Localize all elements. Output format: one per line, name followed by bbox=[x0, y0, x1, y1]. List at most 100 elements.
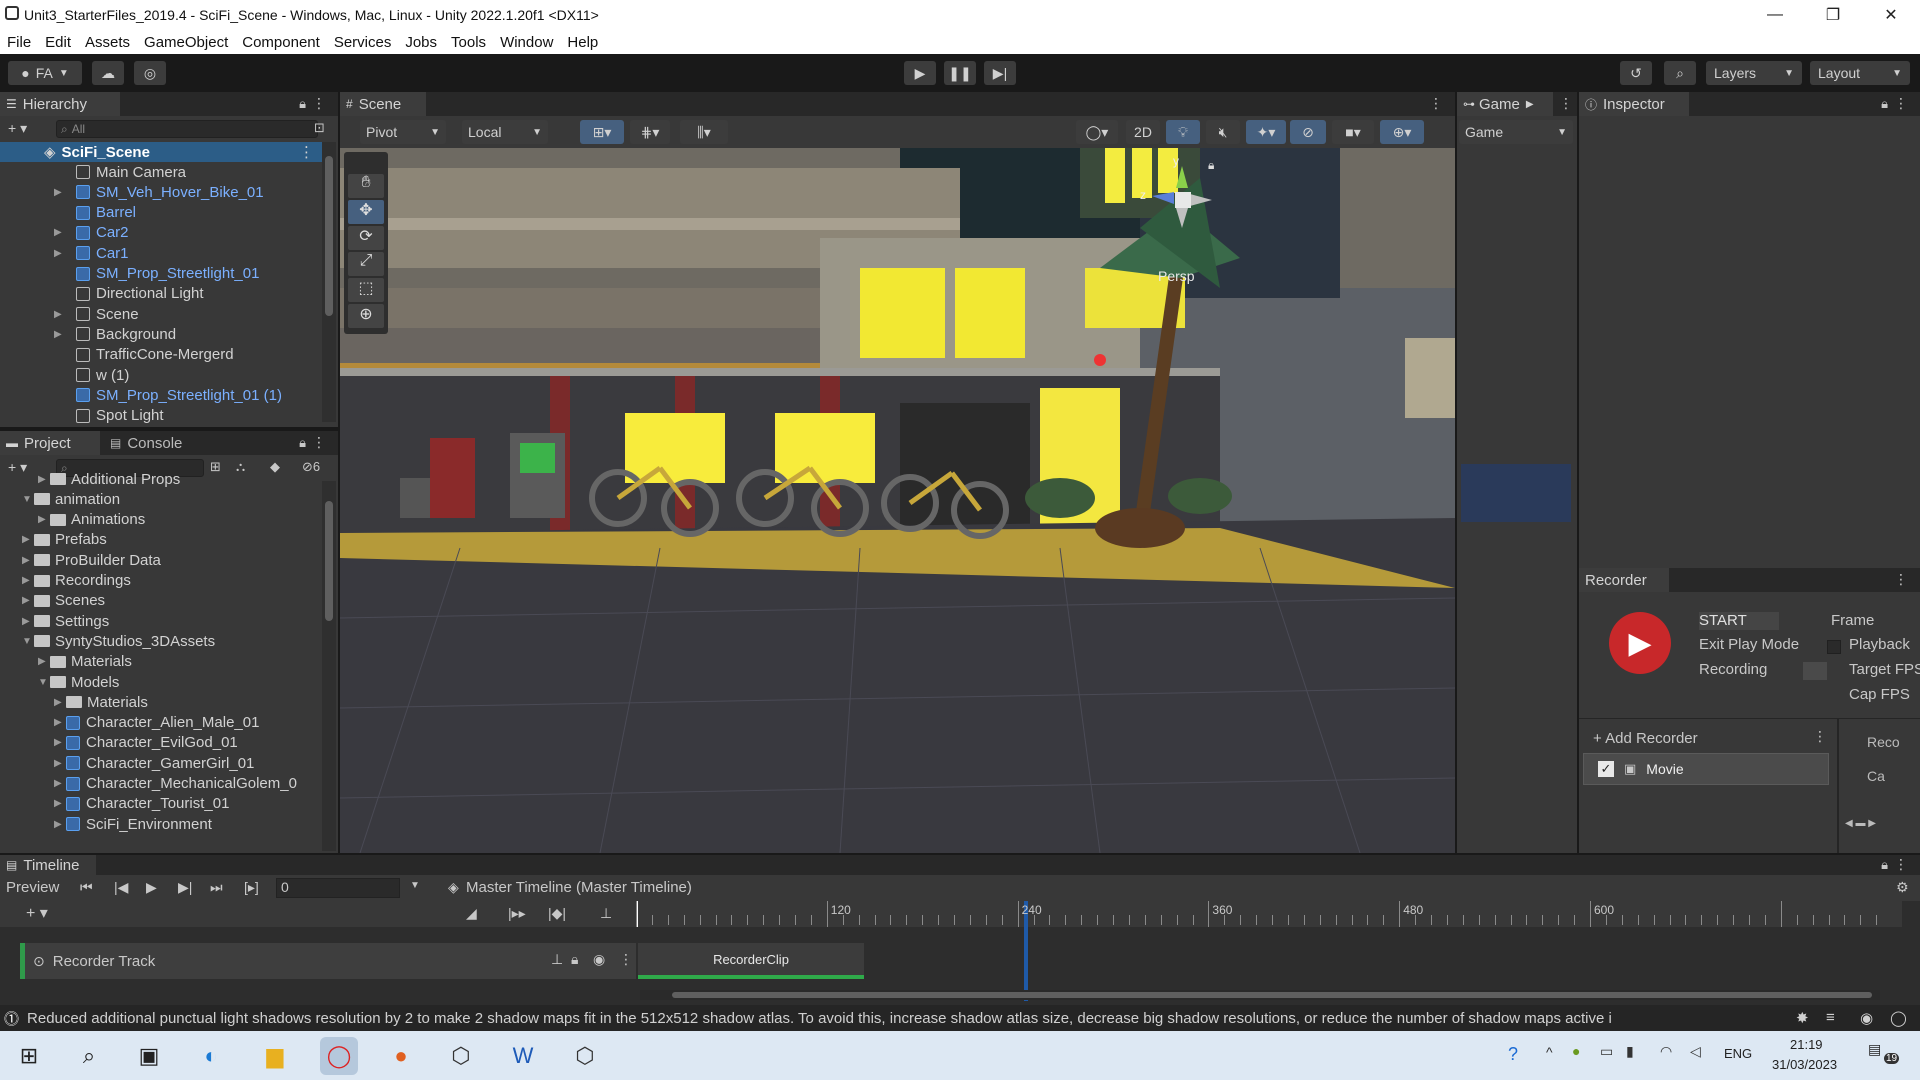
collab-button[interactable]: ◎ bbox=[134, 61, 166, 85]
tab-timeline[interactable]: ▤ Timeline bbox=[0, 855, 96, 875]
hidden-objects-toggle[interactable]: ⊘ bbox=[1290, 120, 1326, 144]
project-model-item[interactable]: ▶ Character_Alien_Male_01 bbox=[54, 713, 259, 733]
app-tray-icon[interactable]: ● bbox=[1572, 1043, 1580, 1059]
language-indicator[interactable]: ENG bbox=[1724, 1046, 1752, 1061]
rotate-tool-button[interactable]: ⟳ bbox=[348, 226, 384, 250]
collapsed-arrow-icon[interactable]: ▶ bbox=[54, 737, 66, 748]
menu-jobs[interactable]: Jobs bbox=[398, 34, 444, 51]
snap-icon[interactable]: ⊥ bbox=[600, 905, 612, 922]
project-folder-item[interactable]: ▶ Materials bbox=[54, 692, 148, 712]
collapsed-arrow-icon[interactable]: ▶ bbox=[54, 717, 66, 728]
project-folder-item[interactable]: ▼ animation bbox=[22, 489, 120, 509]
help-icon[interactable]: ? bbox=[1508, 1044, 1518, 1065]
search-by-label-icon[interactable]: ⛬ bbox=[236, 459, 245, 475]
project-folder-item[interactable]: ▶ Additional Props bbox=[38, 469, 180, 489]
hierarchy-item[interactable]: ▶ Car2 bbox=[54, 223, 129, 243]
history-button[interactable]: ↺ bbox=[1620, 61, 1652, 85]
more-icon[interactable]: ⋮ bbox=[1559, 95, 1573, 112]
project-model-item[interactable]: ▶ Character_GamerGirl_01 bbox=[54, 753, 254, 773]
menu-help[interactable]: Help bbox=[560, 34, 605, 51]
play-button[interactable]: ▶ bbox=[904, 61, 936, 85]
expand-arrow-icon[interactable]: ▶ bbox=[54, 309, 66, 320]
lock-icon[interactable]: 🔒︎ bbox=[299, 435, 306, 451]
layers-dropdown[interactable]: Layers ▼ bbox=[1706, 61, 1802, 85]
transform-tool-button[interactable]: ⊕ bbox=[348, 304, 384, 328]
more-icon[interactable]: ⋮ bbox=[1894, 95, 1908, 112]
tab-hierarchy[interactable]: ☰ Hierarchy bbox=[0, 92, 120, 116]
add-recorder-button[interactable]: + Add Recorder bbox=[1593, 730, 1698, 747]
tab-console[interactable]: ▤ Console bbox=[104, 431, 200, 455]
collapsed-arrow-icon[interactable]: ▶ bbox=[22, 616, 34, 627]
play-icon[interactable]: ▶ bbox=[146, 879, 157, 896]
perspective-label[interactable]: Persp bbox=[1158, 268, 1195, 284]
project-folder-item[interactable]: ▶ Prefabs bbox=[22, 530, 107, 550]
lock-icon[interactable]: 🔒︎ bbox=[1881, 857, 1888, 873]
checkbox-checked-icon[interactable]: ✓ bbox=[1598, 761, 1614, 777]
hierarchy-search-input[interactable]: ⌕ All bbox=[56, 120, 318, 138]
timeline-horizontal-scrollbar[interactable] bbox=[640, 990, 1880, 1000]
lock-icon[interactable]: 🔒︎ bbox=[571, 951, 578, 968]
menu-component[interactable]: Component bbox=[235, 34, 327, 51]
eye-icon[interactable]: ◉ bbox=[593, 951, 605, 968]
more-icon[interactable]: ⋮ bbox=[1894, 571, 1908, 588]
close-button[interactable]: ✕ bbox=[1862, 0, 1920, 30]
speaker-icon[interactable]: ◁ bbox=[1690, 1043, 1701, 1060]
menu-services[interactable]: Services bbox=[327, 34, 399, 51]
collapsed-arrow-icon[interactable]: ▶ bbox=[54, 758, 66, 769]
camera-settings-button[interactable]: ■▾ bbox=[1332, 120, 1374, 144]
search-button[interactable]: ⌕ bbox=[1664, 61, 1696, 85]
gizmo-lock-icon[interactable]: 🔒︎ bbox=[1208, 158, 1214, 173]
gear-icon[interactable]: ⚙ bbox=[1896, 879, 1909, 896]
collapsed-arrow-icon[interactable]: ▶ bbox=[38, 656, 50, 667]
more-icon[interactable]: ⋮ bbox=[1894, 856, 1908, 873]
project-folder-item[interactable]: ▶ Scenes bbox=[22, 591, 105, 611]
menu-assets[interactable]: Assets bbox=[78, 34, 137, 51]
view-tool-button[interactable]: ✋︎ bbox=[348, 174, 384, 198]
menu-gameobject[interactable]: GameObject bbox=[137, 34, 235, 51]
project-folder-item[interactable]: ▶ Settings bbox=[22, 611, 109, 631]
hierarchy-item[interactable]: SM_Prop_Streetlight_01 bbox=[60, 264, 259, 284]
minimize-button[interactable]: — bbox=[1746, 0, 1804, 30]
collapsed-arrow-icon[interactable]: ▶ bbox=[22, 555, 34, 566]
expanded-arrow-icon[interactable]: ▼ bbox=[22, 494, 34, 505]
expanded-arrow-icon[interactable]: ▼ bbox=[38, 677, 50, 688]
hierarchy-item[interactable]: w (1) bbox=[60, 365, 129, 385]
clock-time[interactable]: 21:19 bbox=[1790, 1037, 1823, 1052]
project-model-item[interactable]: ▶ Character_Tourist_01 bbox=[54, 794, 229, 814]
timeline-asset-breadcrumb[interactable]: Master Timeline (Master Timeline) bbox=[466, 879, 692, 896]
project-model-item[interactable]: ▶ Character_MechanicalGolem_0 bbox=[54, 774, 297, 794]
timeline-ruler[interactable]: 120 240 360 480 600 bbox=[636, 901, 1902, 1001]
lock-icon[interactable]: 🔒︎ bbox=[1881, 96, 1888, 112]
playback-checkbox[interactable] bbox=[1827, 640, 1841, 654]
local-toggle[interactable]: Local ▼ bbox=[462, 120, 548, 144]
scrollbar-thumb[interactable] bbox=[325, 501, 333, 621]
layout-dropdown[interactable]: Layout ▼ bbox=[1810, 61, 1910, 85]
scrollbar[interactable] bbox=[322, 142, 336, 422]
goto-end-icon[interactable]: ⏭ bbox=[210, 879, 223, 896]
lighting-toggle[interactable]: 💡︎ bbox=[1166, 120, 1200, 144]
battery-icon[interactable]: ▮ bbox=[1626, 1043, 1634, 1060]
recorder-track-header[interactable]: ⊙ Recorder Track ⊥ 🔒︎ ◉ ⋮ bbox=[20, 943, 636, 979]
tab-scene[interactable]: # Scene bbox=[340, 92, 426, 116]
project-folder-item[interactable]: ▶ Materials bbox=[38, 652, 132, 672]
search-taskbar-button[interactable]: ⌕ bbox=[70, 1037, 108, 1075]
hidden-packages-icon[interactable]: ⊘6 bbox=[302, 459, 320, 475]
project-folder-item[interactable]: ▼ Models bbox=[38, 672, 119, 692]
collapsed-arrow-icon[interactable]: ▶ bbox=[22, 595, 34, 606]
tab-inspector[interactable]: ⓘ Inspector bbox=[1579, 92, 1689, 116]
file-explorer-taskbar-button[interactable]: ▆ bbox=[256, 1037, 294, 1075]
scene-viewport[interactable]: y z 🔒︎ Persp ✋︎ ✥ ⟳ ⤢ ⬚ ⊕ bbox=[340, 148, 1455, 853]
hierarchy-item[interactable]: ▶ Background bbox=[54, 324, 176, 344]
unity-editor-taskbar-button[interactable]: ⬡ bbox=[566, 1037, 604, 1075]
ripple-mode-icon[interactable]: |▸▸ bbox=[508, 905, 526, 922]
collapsed-arrow-icon[interactable]: ▶ bbox=[38, 474, 50, 485]
recorder-list-item[interactable]: ✓ ▣ Movie bbox=[1583, 753, 1829, 785]
frame-input[interactable]: 0 bbox=[276, 878, 400, 898]
start-recording-button[interactable]: ▶ bbox=[1609, 612, 1671, 674]
play-range-icon[interactable]: [▸] bbox=[244, 879, 259, 896]
project-model-item[interactable]: ▶ Character_EvilGod_01 bbox=[54, 733, 238, 753]
collapsed-arrow-icon[interactable]: ▶ bbox=[38, 514, 50, 525]
tab-game[interactable]: ⊶ Game ▶ bbox=[1457, 92, 1553, 116]
project-model-item[interactable]: ▶ SciFi_Environment bbox=[54, 814, 212, 834]
task-view-button[interactable]: ▣ bbox=[130, 1037, 168, 1075]
